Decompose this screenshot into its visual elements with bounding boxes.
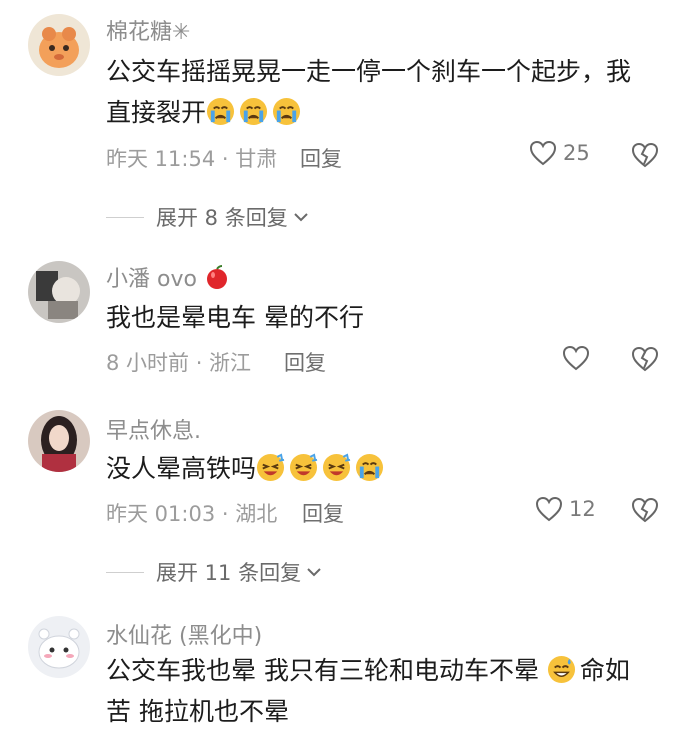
crying-face-icon bbox=[355, 453, 384, 482]
comment-time-location: 8 小时前 · 浙江 bbox=[106, 351, 252, 375]
divider-line bbox=[106, 571, 144, 573]
comment-item: 早点休息. 没人晕高铁吗 昨天 01:03 · 湖北 回复 12 bbox=[0, 410, 690, 540]
comment-time-location: 昨天 11:54 · 甘肃 bbox=[106, 147, 278, 171]
comment-text: 公交车摇摇晃晃一走一停一个刹车一个起步，我直接裂开 bbox=[106, 51, 651, 133]
username[interactable]: 棉花糖✳ bbox=[106, 14, 190, 46]
avatar[interactable] bbox=[28, 410, 90, 472]
comment-item: 水仙花 (黑化中) 公交车我也晕 我只有三轮和电动车不晕 命如苦 拖拉机也不晕 bbox=[0, 612, 690, 727]
username[interactable]: 水仙花 (黑化中) bbox=[106, 618, 262, 650]
expand-replies-button[interactable]: 展开 11 条回复 bbox=[106, 557, 323, 587]
like-count: 25 bbox=[563, 141, 590, 165]
username[interactable]: 小潘 ovo bbox=[106, 261, 230, 293]
username-text: 小潘 ovo bbox=[106, 267, 197, 292]
comment-text: 没人晕高铁吗 bbox=[106, 448, 651, 489]
grinning-sweat-face-icon bbox=[547, 655, 575, 684]
divider-line bbox=[106, 216, 144, 218]
like-button[interactable]: 12 bbox=[535, 496, 596, 522]
comment-item: 小潘 ovo 我也是晕电车 晕的不行 8 小时前 · 浙江 回复 bbox=[0, 255, 690, 385]
dislike-button[interactable] bbox=[631, 346, 659, 376]
chevron-down-icon bbox=[294, 213, 308, 222]
heart-icon bbox=[535, 496, 563, 522]
heart-icon bbox=[562, 345, 590, 371]
crying-face-icon bbox=[206, 97, 235, 126]
like-button[interactable] bbox=[562, 345, 596, 371]
dislike-button[interactable] bbox=[631, 497, 659, 527]
heart-icon bbox=[529, 140, 557, 166]
comment-item: 棉花糖✳ 公交车摇摇晃晃一走一停一个刹车一个起步，我直接裂开 昨天 11:54 … bbox=[0, 0, 690, 190]
comment-text-body: 没人晕高铁吗 bbox=[106, 454, 257, 483]
comment-text-body: 公交车我也晕 我只有三轮和电动车不晕 bbox=[106, 656, 547, 685]
crying-face-icon bbox=[272, 97, 301, 126]
dislike-button[interactable] bbox=[631, 142, 659, 172]
broken-heart-icon bbox=[631, 346, 659, 372]
comment-text-body: 公交车摇摇晃晃一走一停一个刹车一个起步，我直接裂开 bbox=[106, 57, 632, 127]
comment-time-location: 昨天 01:03 · 湖北 bbox=[106, 502, 278, 526]
comment-text: 我也是晕电车 晕的不行 bbox=[106, 303, 364, 332]
like-count: 12 bbox=[569, 497, 596, 521]
chevron-down-icon bbox=[307, 568, 321, 577]
comment-text: 公交车我也晕 我只有三轮和电动车不晕 命如苦 拖拉机也不晕 bbox=[106, 650, 651, 732]
broken-heart-icon bbox=[631, 142, 659, 168]
avatar[interactable] bbox=[28, 261, 90, 323]
laughing-tears-face-icon bbox=[289, 453, 318, 482]
reply-button[interactable]: 回复 bbox=[284, 347, 326, 377]
broken-heart-icon bbox=[631, 497, 659, 523]
expand-replies-label: 展开 8 条回复 bbox=[156, 206, 288, 230]
crying-face-icon bbox=[239, 97, 268, 126]
expand-replies-label: 展开 11 条回复 bbox=[156, 561, 302, 585]
avatar[interactable] bbox=[28, 14, 90, 76]
expand-replies-button[interactable]: 展开 8 条回复 bbox=[106, 202, 310, 232]
laughing-tears-face-icon bbox=[322, 453, 351, 482]
apple-icon bbox=[206, 265, 227, 289]
like-button[interactable]: 25 bbox=[529, 140, 590, 166]
reply-button[interactable]: 回复 bbox=[302, 498, 344, 528]
username[interactable]: 早点休息. bbox=[106, 413, 201, 445]
reply-button[interactable]: 回复 bbox=[300, 143, 342, 173]
avatar[interactable] bbox=[28, 616, 90, 678]
laughing-tears-face-icon bbox=[256, 453, 285, 482]
